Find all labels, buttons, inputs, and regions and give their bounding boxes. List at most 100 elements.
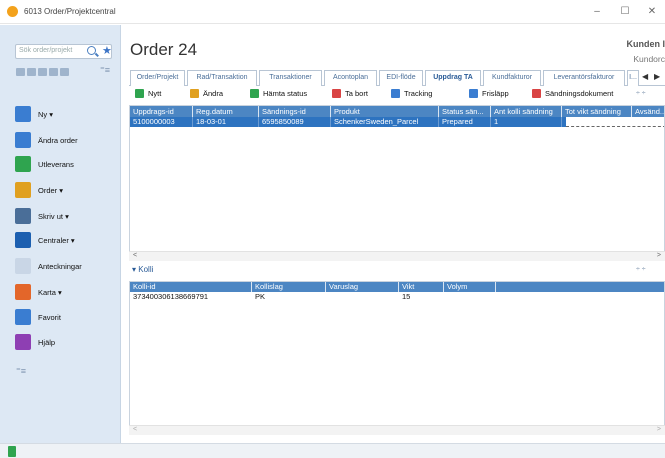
- printer-icon: [15, 208, 31, 224]
- maximize-button[interactable]: ☐: [614, 4, 636, 20]
- tab-transaktioner[interactable]: Transaktioner: [259, 70, 322, 86]
- column-header[interactable]: Avsänd...: [632, 106, 664, 117]
- tab-scroll-left-icon[interactable]: ◀: [642, 72, 648, 81]
- kolli-scroll-right-icon[interactable]: >: [657, 426, 661, 433]
- column-header[interactable]: Kolli-id: [130, 282, 252, 292]
- tab-scroll-right-icon[interactable]: ▶: [654, 72, 660, 81]
- kolli-section-header[interactable]: ▾ Kolli ÷ ÷: [129, 263, 665, 277]
- horizontal-scrollbar[interactable]: < >: [129, 251, 665, 261]
- table-cell: 6595850089: [259, 117, 331, 127]
- table-cell: PK: [255, 292, 266, 301]
- ta-bort-button[interactable]: Ta bort: [332, 89, 368, 103]
- sidebar-item-label: Order ▾: [38, 186, 64, 195]
- tab-rad-transaktion[interactable]: Rad/Transaktion: [187, 70, 257, 86]
- s-ndningsdokument-button[interactable]: Sändningsdokument: [532, 89, 613, 103]
- column-header[interactable]: Tot vikt sändning: [562, 106, 632, 117]
- sidebar-item[interactable]: Anteckningar: [15, 258, 119, 276]
- column-header[interactable]: Volym: [444, 282, 496, 292]
- table-row[interactable]: 5100000003 18-03-01 6595850089 SchenkerSwed…: [130, 117, 566, 127]
- sidebar-item-label: Anteckningar: [38, 262, 82, 271]
- sidebar-item[interactable]: Order ▾: [15, 182, 119, 200]
- edit-icon: [190, 89, 199, 98]
- kolli-scrollbar[interactable]: < >: [129, 425, 665, 435]
- tab-order-projekt[interactable]: Order/Projekt: [130, 70, 185, 86]
- column-header[interactable]: Status sän...: [439, 106, 491, 117]
- sidebar-item[interactable]: Favorit: [15, 309, 119, 327]
- app-logo-icon: [7, 6, 18, 17]
- table-cell: 18-03-01: [193, 117, 259, 127]
- sidebar-item[interactable]: Ändra order: [15, 132, 119, 150]
- -ndra-button[interactable]: Ändra: [190, 89, 223, 103]
- page-title: Order 24: [130, 40, 198, 59]
- tracking-button[interactable]: Tracking: [391, 89, 432, 103]
- scroll-right-icon[interactable]: >: [657, 252, 661, 259]
- order-icon: [15, 182, 31, 198]
- tab-kundfakturor[interactable]: Kundfakturor: [483, 70, 541, 86]
- frisl-pp-button[interactable]: Frisläpp: [469, 89, 509, 103]
- search-placeholder: Sök order/projekt: [19, 47, 73, 54]
- sidebar-item-label: Skriv ut ▾: [38, 212, 69, 221]
- nytt-button[interactable]: Nytt: [135, 89, 161, 103]
- h-mta-status-button[interactable]: Hämta status: [250, 89, 307, 103]
- customer-sub: Kundorc: [633, 54, 665, 64]
- column-header[interactable]: Kollislag: [252, 282, 326, 292]
- sidebar-item[interactable]: Ny ▾: [15, 106, 119, 124]
- star-outline-icon: [15, 309, 31, 325]
- search-icon[interactable]: [87, 46, 96, 55]
- collapse-up-icon[interactable]: ÷ ÷: [636, 90, 646, 97]
- map-pin-icon: [15, 284, 31, 300]
- sidebar-item[interactable]: Karta ▾: [15, 284, 119, 302]
- first-record-icon[interactable]: [16, 68, 25, 76]
- toolbar-label: Sändningsdokument: [545, 89, 614, 98]
- tab-acontoplan[interactable]: Acontoplan: [324, 70, 377, 86]
- table-cell: 1: [491, 117, 562, 127]
- column-header[interactable]: Ant kolli sändning: [491, 106, 562, 117]
- table-cell: 15: [402, 292, 411, 301]
- column-header[interactable]: Varuslag: [326, 282, 399, 292]
- sidebar-item-label: Ny ▾: [38, 110, 54, 119]
- prev-record-icon[interactable]: [27, 68, 36, 76]
- notes-icon: [15, 258, 31, 274]
- table-row[interactable]: 373400306138669791 PK 15: [130, 292, 664, 302]
- more-items-icon[interactable]: ⁼≡: [16, 366, 26, 377]
- column-header[interactable]: Uppdrags-id: [130, 106, 193, 117]
- uppdrag-grid: Uppdrags-id Reg.datum Sändnings-id Produkt S…: [129, 105, 665, 261]
- toolbar: Nytt Ändra Hämta status Ta bort Tracking Fris…: [129, 87, 665, 105]
- sidebar-item[interactable]: Centraler ▾: [15, 232, 119, 250]
- tab-uppdrag-ta[interactable]: Uppdrag TA: [425, 70, 481, 86]
- scroll-left-icon[interactable]: <: [133, 252, 137, 259]
- table-cell: [326, 292, 399, 302]
- search-input[interactable]: Sök order/projekt ★: [15, 44, 112, 59]
- tab-i-[interactable]: I...: [627, 70, 639, 86]
- column-header[interactable]: Vikt: [399, 282, 444, 292]
- reset-icon[interactable]: [60, 68, 69, 76]
- toolbar-label: Hämta status: [263, 89, 308, 98]
- next-record-icon[interactable]: [38, 68, 47, 76]
- tracking-icon: [391, 89, 400, 98]
- sidebar-item[interactable]: Utleverans: [15, 156, 119, 174]
- tab-leverant-rsfakturor[interactable]: Leverantörsfakturor: [543, 70, 625, 86]
- tab-edi-fl-de[interactable]: EDI-flöde: [379, 70, 423, 86]
- toolbar-label: Nytt: [148, 89, 162, 98]
- release-icon: [469, 89, 478, 98]
- minimize-button[interactable]: –: [586, 4, 608, 20]
- close-button[interactable]: ✕: [641, 4, 663, 20]
- more-options-icon[interactable]: ⁼≡: [100, 65, 110, 76]
- window-title: 6013 Order/Projektcentral: [24, 7, 116, 16]
- grid-header: Uppdrags-id Reg.datum Sändnings-id Produkt S…: [130, 106, 664, 117]
- row-focus-outline: [566, 117, 664, 127]
- kolli-collapse-icon[interactable]: ÷ ÷: [636, 266, 646, 273]
- tab-strip: Order/Projekt Rad/Transaktion Transaktione…: [129, 70, 665, 86]
- star-icon[interactable]: ★: [102, 44, 112, 57]
- new-document-icon: [15, 106, 31, 122]
- sidebar-item[interactable]: Hjälp: [15, 334, 119, 352]
- table-cell: SchenkerSweden_Parcel: [331, 117, 439, 127]
- column-header[interactable]: Reg.datum: [193, 106, 259, 117]
- last-record-icon[interactable]: [49, 68, 58, 76]
- sidebar-item[interactable]: Skriv ut ▾: [15, 208, 119, 226]
- column-header[interactable]: Produkt: [331, 106, 439, 117]
- kolli-scroll-left-icon[interactable]: <: [133, 426, 137, 433]
- column-header[interactable]: Sändnings-id: [259, 106, 331, 117]
- refresh-status-icon: [250, 89, 259, 98]
- table-cell: [444, 292, 496, 302]
